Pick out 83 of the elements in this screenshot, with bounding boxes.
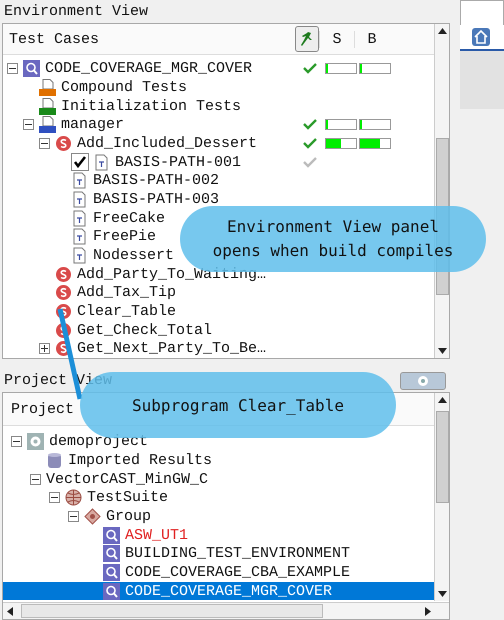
check-icon: [303, 156, 317, 168]
tree-item[interactable]: Get_Check_Total: [77, 322, 212, 339]
run-button[interactable]: [295, 26, 319, 52]
tree-item[interactable]: FreePie: [93, 228, 156, 246]
tree-item[interactable]: Nodessert: [93, 247, 174, 264]
column-header[interactable]: S: [319, 30, 354, 48]
document-icon: [71, 228, 88, 246]
file-icon: [39, 116, 56, 134]
expander-icon[interactable]: [68, 510, 79, 522]
diamond-icon: [84, 508, 101, 525]
magnifier-icon: [103, 526, 120, 544]
coverage-bar: [359, 119, 391, 130]
scroll-up-icon[interactable]: [438, 397, 446, 404]
expander-icon[interactable]: [7, 63, 18, 74]
coverage-bar: [325, 119, 357, 130]
magnifier-icon: [23, 60, 40, 78]
tree-item[interactable]: BASIS-PATH-002: [93, 172, 220, 190]
gear-icon: [416, 374, 430, 388]
check-icon: [303, 137, 317, 150]
tree-item[interactable]: CODE_COVERAGE_CBA_EXAMPLE: [125, 564, 350, 581]
expander-icon[interactable]: [23, 119, 34, 130]
column-header[interactable]: B: [354, 30, 389, 48]
subprogram-icon: [55, 266, 72, 283]
subprogram-icon: [55, 284, 72, 302]
document-icon: [71, 247, 88, 264]
globe-icon: [65, 489, 82, 506]
check-icon: [303, 118, 317, 130]
expander-icon[interactable]: [30, 474, 41, 485]
expander-icon[interactable]: [11, 436, 22, 448]
home-icon[interactable]: [472, 28, 490, 46]
tree-item[interactable]: Add_Included_Dessert: [77, 134, 258, 152]
runner-icon: [299, 30, 315, 48]
settings-button[interactable]: [400, 372, 446, 390]
file-icon: [39, 78, 56, 96]
file-icon: [39, 98, 56, 115]
tree-item[interactable]: Initialization Tests: [61, 98, 242, 115]
expander-icon[interactable]: [39, 343, 50, 354]
tree-item[interactable]: Clear_Table: [77, 303, 176, 320]
document-icon: [71, 172, 88, 190]
magnifier-icon: [103, 545, 120, 562]
check-icon: [303, 62, 317, 74]
subprogram-icon: [55, 322, 72, 339]
database-icon: [46, 452, 63, 469]
tree-item[interactable]: Imported Results: [68, 452, 212, 469]
coverage-bar: [359, 138, 391, 150]
tree-item[interactable]: Add_Tax_Tip: [77, 284, 176, 302]
panel-title: Environment View: [4, 3, 148, 20]
tree-item[interactable]: Compound Tests: [61, 78, 188, 96]
tree-item[interactable]: TestSuite: [87, 489, 168, 506]
magnifier-icon: [103, 582, 120, 600]
column-header[interactable]: Test Cases: [3, 30, 295, 48]
scroll-down-icon[interactable]: [438, 591, 446, 597]
tree-item[interactable]: BASIS-PATH-001: [115, 154, 242, 171]
scrollbar[interactable]: [3, 602, 449, 619]
subprogram-icon: [55, 303, 72, 320]
scroll-left-icon[interactable]: [7, 606, 13, 616]
tree-item[interactable]: Get_Next_Party_To_Be…: [77, 340, 266, 358]
scroll-up-icon[interactable]: [438, 28, 446, 34]
tree-item[interactable]: BUILDING_TEST_ENVIRONMENT: [125, 545, 350, 562]
tree-item[interactable]: manager: [61, 116, 124, 134]
coverage-bar: [325, 138, 357, 150]
scroll-down-icon[interactable]: [438, 348, 446, 354]
tree-item[interactable]: Group: [106, 508, 152, 525]
tree-item[interactable]: demoproject: [49, 433, 148, 450]
magnifier-icon: [103, 564, 120, 581]
scroll-right-icon[interactable]: [425, 606, 431, 616]
tree-item[interactable]: VectorCAST_MinGW_C: [46, 470, 208, 488]
gear-icon: [27, 433, 44, 450]
expander-icon[interactable]: [49, 492, 60, 504]
tree-item[interactable]: CODE_COVERAGE_MGR_COVER: [45, 60, 252, 78]
document-icon: [93, 154, 110, 171]
tree-item[interactable]: FreeCake: [93, 210, 166, 227]
expander-icon[interactable]: [39, 138, 50, 149]
coverage-bar: [359, 63, 391, 74]
document-icon: [71, 210, 88, 227]
coverage-bar: [325, 63, 357, 74]
scrollbar[interactable]: [434, 393, 449, 601]
document-icon: [71, 190, 88, 208]
subprogram-icon: [55, 134, 72, 152]
tree-item[interactable]: BASIS-PATH-003: [93, 190, 220, 208]
checkbox[interactable]: [71, 153, 89, 172]
column-header[interactable]: Project: [11, 400, 74, 418]
tree-item[interactable]: ASW_UT1: [125, 526, 188, 544]
